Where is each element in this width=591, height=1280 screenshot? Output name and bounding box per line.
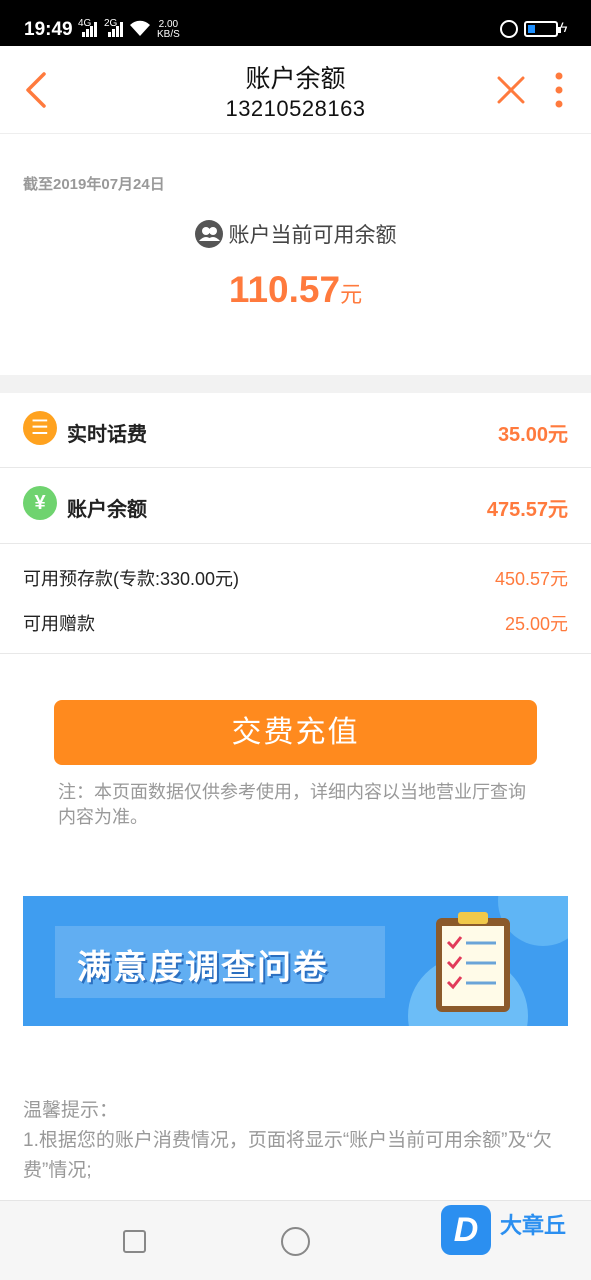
prepaid-value: 450.57元 [494,569,568,589]
signal-bars-icon [108,21,124,37]
status-time: 19:49 [24,19,73,40]
available-amount-unit: 元 [340,282,363,307]
more-vertical-icon[interactable] [548,70,570,110]
battery-icon [524,21,561,37]
tips-section: 温馨提示： 1.根据您的账户消费情况，页面将显示“账户当前可用余额”及“欠费”情… [23,1096,568,1186]
survey-banner-text: 满意度调查问卷 [77,949,329,987]
grant-label: 可用赠款 [23,614,95,634]
network-speed-unit: KB/S [157,29,180,40]
watermark-logo: D [441,1205,491,1255]
balance-details: 可用预存款(专款:330.00元) 450.57元 可用赠款 25.00元 [0,544,591,654]
status-bar: 19:49 4G 2G 2.00 KB/S ϟ [0,0,591,46]
people-icon [194,220,223,249]
close-icon[interactable] [495,74,527,106]
yuan-icon: ¥ [23,486,57,520]
account-balance-value: 475.57元 [486,499,568,521]
survey-banner[interactable]: 满意度调查问卷 [23,896,568,1026]
wifi-icon [130,20,150,36]
list-item-realtime-charge[interactable]: ☰ 实时话费 35.00元 [0,393,591,468]
app-header: 账户余额 13210528163 [0,46,591,134]
prepaid-label: 可用预存款(专款:330.00元) [23,569,240,589]
pay-recharge-button[interactable]: 交费充值 [54,700,537,765]
available-balance-label: 账户当前可用余额 [228,224,397,247]
available-balance-row: 账户当前可用余额 [0,219,591,250]
watermark-text: 大章丘 [500,1213,567,1238]
realtime-charge-value: 35.00元 [497,424,568,446]
disclaimer-note: 注：本页面数据仅供参考使用，详细内容以当地营业厅查询内容为准。 [58,782,526,827]
charging-icon: ϟ [560,19,568,35]
section-divider [0,375,591,393]
balance-summary: 截至2019年07月24日 账户当前可用余额 110.57元 [0,135,591,375]
account-balance-label: 账户余额 [67,499,147,521]
tips-title: 温馨提示： [23,1100,119,1121]
clipboard-checklist-icon [436,912,510,1012]
available-balance-amount: 110.57元 [0,269,591,311]
network-speed: 2.00 KB/S [157,20,180,40]
as-of-date: 截至2019年07月24日 [23,176,165,193]
realtime-charge-label: 实时话费 [67,424,147,446]
home-button[interactable] [281,1227,310,1256]
signal-bars-icon [82,21,98,37]
list-item-account-balance[interactable]: ¥ 账户余额 475.57元 [0,468,591,544]
available-amount-value: 110.57 [228,269,341,310]
list-icon: ☰ [23,411,57,445]
grant-value: 25.00元 [504,614,568,634]
rotation-lock-icon [500,20,518,38]
tips-line-1: 1.根据您的账户消费情况，页面将显示“账户当前可用余额”及“欠费”情况; [23,1130,552,1181]
recent-apps-button[interactable] [123,1230,146,1253]
